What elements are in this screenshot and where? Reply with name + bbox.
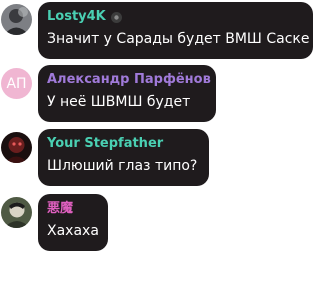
message-author[interactable]: 悪魔 (47, 201, 73, 217)
message-text: Шлюший глаз типо? (47, 158, 198, 174)
message-bubble: Your Stepfather Шлюший глаз типо? (38, 129, 209, 186)
avatar-initials: АП (6, 75, 27, 92)
message-author[interactable]: Your Stepfather (47, 136, 163, 152)
message-author[interactable]: Losty4K (47, 9, 106, 25)
avatar[interactable] (1, 4, 32, 35)
message-bubble: Александр Парфёнов У неё ШВМШ будет (38, 65, 216, 122)
avatar[interactable] (1, 132, 32, 163)
avatar-photo-icon (1, 197, 32, 228)
message-text: Хахаха (47, 223, 99, 239)
message-bubble: Losty4K Значит у Сарады будет ВМШ Саске (38, 2, 313, 59)
message-bubble: 悪魔 Хахаха (38, 194, 108, 251)
message-text: Значит у Сарады будет ВМШ Саске (47, 31, 310, 47)
message-text: У неё ШВМШ будет (47, 94, 191, 110)
emoji-badge-icon (110, 11, 123, 24)
avatar-photo-icon (1, 4, 32, 35)
avatar[interactable]: АП (1, 68, 32, 99)
avatar[interactable] (1, 197, 32, 228)
message-author[interactable]: Александр Парфёнов (47, 72, 211, 88)
chat-history: Losty4K Значит у Сарады будет ВМШ Саске … (0, 0, 320, 305)
avatar-photo-icon (1, 132, 32, 163)
